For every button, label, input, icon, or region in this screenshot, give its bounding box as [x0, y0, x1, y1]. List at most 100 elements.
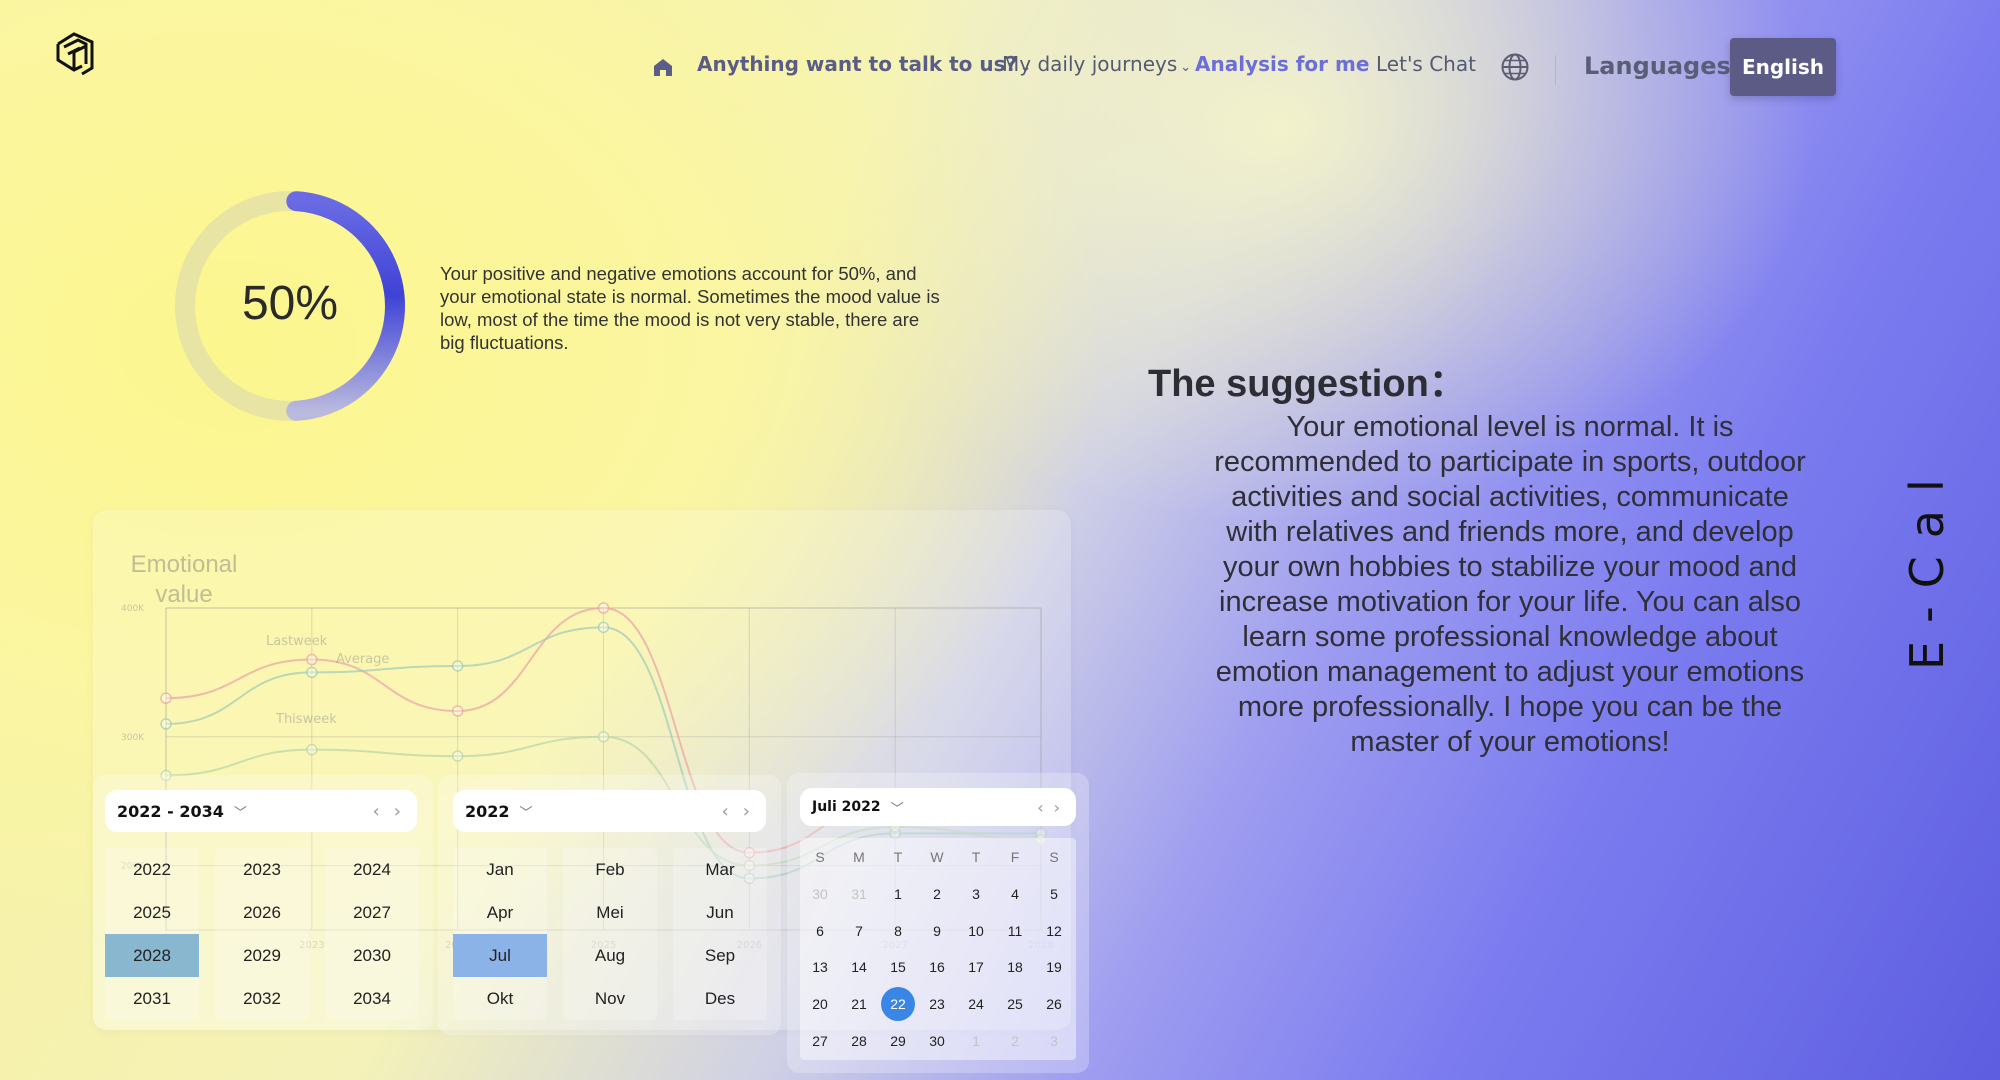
day-cell[interactable]: 2	[920, 877, 954, 911]
year-option[interactable]: 2029	[215, 934, 309, 977]
month-option[interactable]: Sep	[673, 934, 767, 977]
day-cell[interactable]: 28	[842, 1024, 876, 1058]
day-cell[interactable]: 18	[998, 950, 1032, 984]
chevron-down-icon[interactable]: ﹀	[520, 802, 533, 821]
day-cell[interactable]: 1	[959, 1024, 993, 1058]
chevron-down-icon[interactable]: ﹀	[234, 802, 247, 821]
next-arrow-icon[interactable]: ›	[394, 801, 401, 822]
year-option[interactable]: 2025	[105, 891, 199, 934]
day-cell[interactable]: 21	[842, 987, 876, 1021]
month-option[interactable]: Feb	[563, 848, 657, 891]
nav-analysis-for-me[interactable]: Analysis for me	[1195, 52, 1369, 76]
day-cell[interactable]: 20	[803, 987, 837, 1021]
month-option[interactable]: Jul	[453, 934, 547, 977]
globe-icon[interactable]	[1500, 52, 1530, 82]
nav-journeys-label: My daily journeys	[1002, 52, 1178, 76]
day-cell[interactable]: 27	[803, 1024, 837, 1058]
app-logo[interactable]	[54, 30, 96, 76]
year-picker-header[interactable]: 2022 - 2034 ﹀ ‹ ›	[105, 790, 417, 832]
chevron-down-icon[interactable]: ﹀	[891, 798, 904, 817]
day-cell[interactable]: 3	[1037, 1024, 1071, 1058]
day-cell[interactable]: 19	[1037, 950, 1071, 984]
day-cell[interactable]: 14	[842, 950, 876, 984]
month-option[interactable]: Aug	[563, 934, 657, 977]
month-option[interactable]: Mar	[673, 848, 767, 891]
next-arrow-icon[interactable]: ›	[743, 801, 750, 822]
day-cell[interactable]: 2	[998, 1024, 1032, 1058]
series-point	[451, 705, 464, 717]
series-point	[597, 602, 610, 614]
year-range-label: 2022 - 2034	[117, 801, 224, 821]
day-cell[interactable]: 30	[920, 1024, 954, 1058]
day-cell[interactable]: 16	[920, 950, 954, 984]
year-option[interactable]: 2026	[215, 891, 309, 934]
year-option[interactable]: 2028	[105, 934, 199, 977]
series-label: Thisweek	[275, 712, 337, 727]
day-cell[interactable]: 31	[842, 877, 876, 911]
day-cell[interactable]: 26	[1037, 987, 1071, 1021]
year-option[interactable]: 2031	[105, 977, 199, 1020]
day-cell[interactable]: 3	[959, 877, 993, 911]
series-point	[160, 692, 172, 704]
day-cell[interactable]: 13	[803, 950, 837, 984]
month-option[interactable]: Mei	[563, 891, 657, 934]
year-option[interactable]: 2027	[325, 891, 419, 934]
series-point	[597, 621, 610, 634]
day-picker-header[interactable]: Juli 2022 ﹀ ‹ ›	[800, 788, 1076, 826]
day-cell[interactable]: 7	[842, 914, 876, 948]
year-option[interactable]: 2032	[215, 977, 309, 1020]
month-label: Juli 2022	[812, 799, 881, 815]
day-cell[interactable]: 25	[998, 987, 1032, 1021]
suggestion-body: Your emotional level is normal. It is re…	[1214, 411, 1806, 758]
day-cell[interactable]: 17	[959, 950, 993, 984]
day-cell[interactable]: 8	[881, 914, 915, 948]
day-cell[interactable]: 22	[881, 987, 915, 1022]
day-cell[interactable]: 12	[1037, 914, 1071, 948]
day-cell[interactable]: 24	[959, 987, 993, 1021]
month-picker-header[interactable]: 2022 ﹀ ‹ ›	[453, 790, 766, 832]
day-cell[interactable]: 23	[920, 987, 954, 1021]
nav-anything-want-to-talk[interactable]: Anything want to talk to us? ⌄	[697, 52, 1031, 76]
year-option[interactable]: 2034	[325, 977, 419, 1020]
prev-arrow-icon[interactable]: ‹	[1037, 798, 1043, 817]
day-cell[interactable]: 15	[881, 950, 915, 984]
home-icon[interactable]	[652, 56, 674, 78]
english-language-button[interactable]: English	[1730, 38, 1836, 96]
year-option[interactable]: 2024	[325, 848, 419, 891]
nav-divider	[1555, 55, 1556, 85]
series-point	[451, 750, 464, 762]
suggestion-title: The suggestion：	[1148, 363, 1467, 405]
series-point	[160, 718, 172, 730]
month-option[interactable]: Okt	[453, 977, 547, 1020]
prev-arrow-icon[interactable]: ‹	[373, 801, 380, 822]
languages-label[interactable]: Languages	[1584, 52, 1731, 80]
year-option[interactable]: 2030	[325, 934, 419, 977]
vertical-brand-logo: E-Cal	[1900, 395, 1960, 670]
emotion-percent-value: 50%	[241, 277, 339, 330]
nav-lets-chat[interactable]: Let's Chat	[1376, 52, 1476, 76]
day-cell[interactable]: 11	[998, 914, 1032, 948]
day-cell[interactable]: 6	[803, 914, 837, 948]
weekday-header: S	[1049, 849, 1059, 865]
next-arrow-icon[interactable]: ›	[1054, 798, 1060, 817]
day-cell[interactable]: 9	[920, 914, 954, 948]
month-option[interactable]: Jan	[453, 848, 547, 891]
prev-arrow-icon[interactable]: ‹	[722, 801, 729, 822]
year-option[interactable]: 2022	[105, 848, 199, 891]
month-option[interactable]: Jun	[673, 891, 767, 934]
weekday-header: M	[853, 849, 865, 865]
day-cell[interactable]: 30	[803, 877, 837, 911]
month-option[interactable]: Nov	[563, 977, 657, 1020]
day-cell[interactable]: 29	[881, 1024, 915, 1058]
day-cell[interactable]: 10	[959, 914, 993, 948]
year-option[interactable]: 2023	[215, 848, 309, 891]
nav-my-daily-journeys[interactable]: My daily journeys ⌄	[1002, 52, 1191, 76]
day-cell[interactable]: 5	[1037, 877, 1071, 911]
emotion-summary-text: Your positive and negative emotions acco…	[440, 263, 940, 353]
month-option[interactable]: Apr	[453, 891, 547, 934]
day-cell[interactable]: 4	[998, 877, 1032, 911]
series-point	[451, 660, 464, 672]
series-label: Average	[336, 652, 389, 667]
day-cell[interactable]: 1	[881, 877, 915, 911]
month-option[interactable]: Des	[673, 977, 767, 1020]
